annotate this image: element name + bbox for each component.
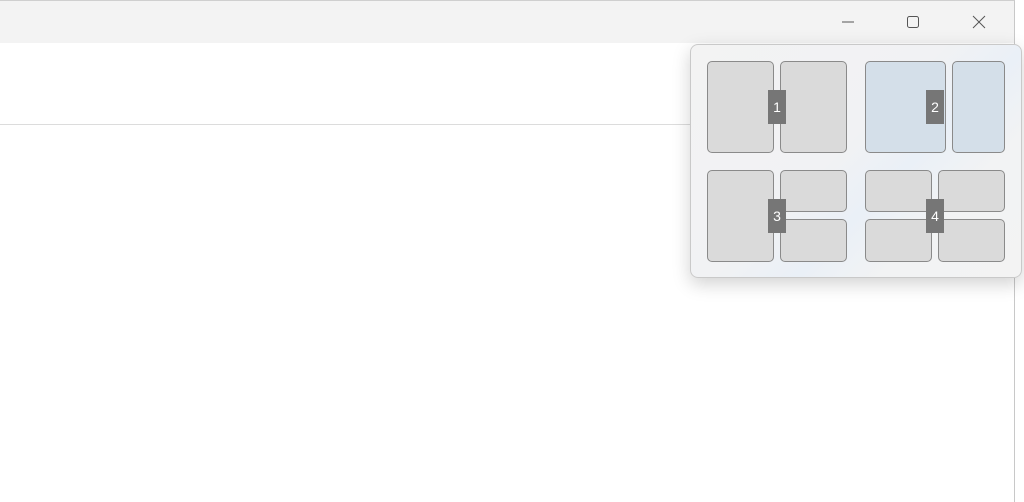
snap-zone-right-half[interactable]: [780, 61, 847, 153]
title-bar[interactable]: [0, 1, 1014, 43]
snap-zone-bottom-right[interactable]: [780, 219, 847, 262]
snap-layout-3: 3: [707, 170, 847, 262]
maximize-icon: [907, 16, 919, 28]
minimize-icon: [842, 21, 854, 23]
snap-layout-4: 4: [865, 170, 1005, 262]
layout-number-badge: 2: [926, 90, 944, 124]
layout-number-badge: 1: [768, 90, 786, 124]
snap-zone-right-third[interactable]: [952, 61, 1005, 153]
snap-zone-left-half[interactable]: [707, 170, 774, 262]
snap-layout-1: 1: [707, 61, 847, 153]
minimize-button[interactable]: [815, 1, 881, 43]
snap-layouts-flyout: 1 2 3 4: [690, 44, 1022, 278]
layout-number-badge: 3: [768, 199, 786, 233]
snap-zone-bottom-left[interactable]: [865, 219, 932, 262]
snap-zone-top-right[interactable]: [938, 170, 1005, 212]
close-icon: [972, 15, 986, 29]
layout-number-badge: 4: [926, 199, 944, 233]
snap-zone-top-right[interactable]: [780, 170, 847, 212]
close-button[interactable]: [946, 1, 1012, 43]
snap-zone-bottom-right[interactable]: [938, 219, 1005, 262]
snap-zone-top-left[interactable]: [865, 170, 932, 212]
snap-layout-2: 2: [865, 61, 1005, 153]
snap-zone-left-half[interactable]: [707, 61, 774, 153]
maximize-button[interactable]: [880, 1, 946, 43]
